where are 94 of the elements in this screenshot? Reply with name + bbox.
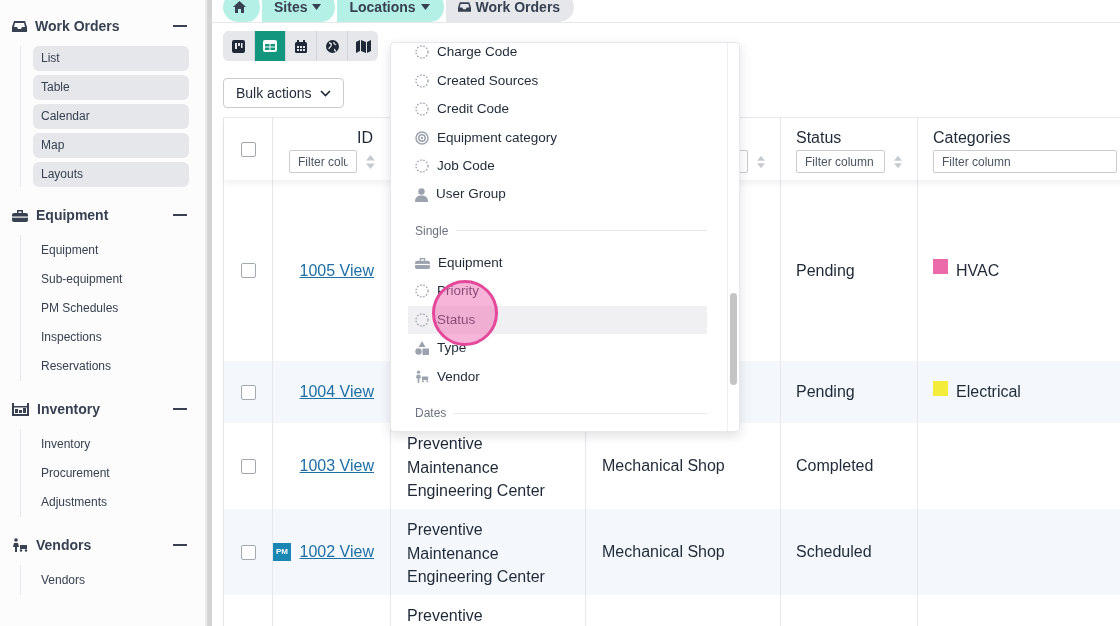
section-title: Equipment bbox=[36, 205, 110, 225]
sidebar-item[interactable]: Reservations bbox=[33, 357, 205, 375]
shapes-icon bbox=[415, 341, 429, 356]
checkbox[interactable] bbox=[240, 384, 256, 400]
scrollbar[interactable] bbox=[727, 43, 739, 431]
dotted-circle-icon bbox=[415, 102, 429, 117]
menu-item[interactable]: Created Sources bbox=[408, 66, 707, 95]
bulk-actions-button[interactable]: Bulk actions bbox=[223, 78, 345, 108]
sidebar-item[interactable]: Table bbox=[33, 75, 189, 100]
work-order-link[interactable]: 1005 View bbox=[299, 258, 374, 283]
menu-item[interactable]: Vendor bbox=[408, 362, 707, 392]
inbox-tray-icon bbox=[457, 1, 471, 13]
work-order-link[interactable]: 1004 View bbox=[299, 380, 374, 404]
checkbox[interactable] bbox=[240, 458, 256, 474]
work-order-link[interactable]: 1002 View bbox=[299, 540, 374, 564]
section-title: Vendors bbox=[36, 535, 93, 555]
category-label: HVAC bbox=[956, 260, 1000, 281]
dotted-circle-icon bbox=[415, 159, 429, 174]
table-cell-text: Pending bbox=[796, 260, 855, 281]
table-cell-text: Pending bbox=[796, 382, 855, 403]
sidebar-item[interactable]: PM Schedules bbox=[33, 299, 205, 317]
sidebar-item[interactable]: List bbox=[33, 46, 189, 71]
sidebar-item[interactable]: Procurement bbox=[33, 464, 205, 482]
table-cell-text: Scheduled bbox=[796, 542, 872, 563]
menu-item[interactable]: Credit Code bbox=[408, 94, 707, 124]
work-order-link[interactable]: 1003 View bbox=[299, 454, 374, 478]
table-cell-text: Preventive Maintenance Engineering Center bbox=[407, 434, 546, 501]
dotted-circle-icon bbox=[415, 312, 429, 327]
toolbox-icon bbox=[415, 257, 430, 269]
board-icon bbox=[232, 39, 245, 53]
sort-icon[interactable] bbox=[366, 154, 375, 169]
checkbox[interactable] bbox=[240, 544, 256, 560]
filter-field[interactable]: Filter column bbox=[796, 150, 885, 173]
sidebar-item[interactable]: Layouts bbox=[33, 162, 189, 187]
table-cell-text: Mechanical Shop bbox=[602, 542, 725, 563]
table-cell-text: Completed bbox=[796, 456, 874, 477]
menu-item[interactable]: Charge Code bbox=[408, 43, 707, 67]
globe-icon bbox=[325, 39, 339, 53]
menu-item[interactable]: Equipment bbox=[408, 248, 707, 278]
dotted-circle-icon bbox=[415, 284, 429, 299]
home-icon bbox=[233, 1, 246, 13]
caret-icon bbox=[420, 4, 430, 10]
chevron-down-icon bbox=[320, 89, 332, 97]
breadcrumb-current[interactable]: Work Orders bbox=[445, 0, 575, 22]
sidebar-item[interactable]: Inspections bbox=[33, 328, 205, 346]
sidebar-item[interactable]: Equipment bbox=[33, 241, 205, 259]
sidebar-item[interactable]: Adjustments bbox=[33, 493, 205, 511]
dotted-circle-icon bbox=[415, 73, 429, 88]
menu-item[interactable]: User Group bbox=[408, 180, 707, 209]
sidebar-item[interactable]: Sub-equipment bbox=[33, 270, 205, 288]
table-cell-text: Preventive Maintenance Engineering Center bbox=[407, 520, 546, 587]
menu-item[interactable]: Job Code bbox=[408, 151, 707, 181]
column-header: Status bbox=[796, 129, 843, 147]
view-toggle-button[interactable] bbox=[347, 31, 378, 61]
breadcrumb-link[interactable]: Locations bbox=[337, 0, 446, 22]
caret-icon bbox=[312, 4, 322, 10]
sidebar-item[interactable]: Calendar bbox=[33, 104, 189, 129]
home-link[interactable] bbox=[223, 0, 262, 22]
table-cell-text: Preventive bbox=[407, 606, 483, 626]
menu-item[interactable]: Type bbox=[408, 334, 707, 363]
menu-item[interactable]: Status bbox=[408, 305, 707, 335]
breadcrumb-link[interactable]: Sites bbox=[262, 0, 338, 22]
scrollbar[interactable] bbox=[205, 0, 212, 626]
shelf-icon bbox=[12, 402, 29, 416]
sidebar-item[interactable]: Map bbox=[33, 133, 189, 158]
pm-badge: PM bbox=[273, 543, 291, 561]
section-title: Inventory bbox=[37, 399, 101, 419]
table-cell-text: Mechanical Shop bbox=[602, 456, 725, 477]
map-icon bbox=[355, 39, 371, 53]
column-header: Categories bbox=[933, 129, 1012, 147]
sort-icon[interactable] bbox=[757, 154, 765, 169]
person-cart-icon bbox=[12, 538, 28, 552]
section-heading: Single bbox=[415, 222, 449, 240]
calendar-icon bbox=[295, 39, 307, 53]
target-icon bbox=[415, 130, 429, 145]
section-heading: Dates bbox=[415, 405, 447, 423]
inbox-tray-icon bbox=[12, 19, 27, 33]
filter-field[interactable]: Filter column bbox=[933, 150, 1117, 173]
view-toggle-button[interactable] bbox=[254, 31, 285, 61]
sidebar-item[interactable]: Vendors bbox=[33, 571, 205, 589]
dotted-circle-icon bbox=[415, 45, 429, 60]
sidebar-item[interactable]: Inventory bbox=[33, 435, 205, 453]
scrollbar-thumb[interactable] bbox=[730, 293, 737, 385]
section-title: Work Orders bbox=[35, 16, 121, 36]
user-icon bbox=[415, 187, 428, 202]
menu-item[interactable]: Equipment category bbox=[408, 123, 707, 152]
table-icon bbox=[263, 40, 277, 52]
category-label: Electrical bbox=[956, 382, 1021, 403]
toolbox-icon bbox=[12, 208, 28, 222]
column-header: ID bbox=[357, 129, 374, 147]
checkbox[interactable] bbox=[240, 141, 256, 157]
sort-icon[interactable] bbox=[894, 154, 902, 169]
checkbox[interactable] bbox=[240, 263, 256, 278]
person-cart-icon bbox=[415, 370, 429, 384]
